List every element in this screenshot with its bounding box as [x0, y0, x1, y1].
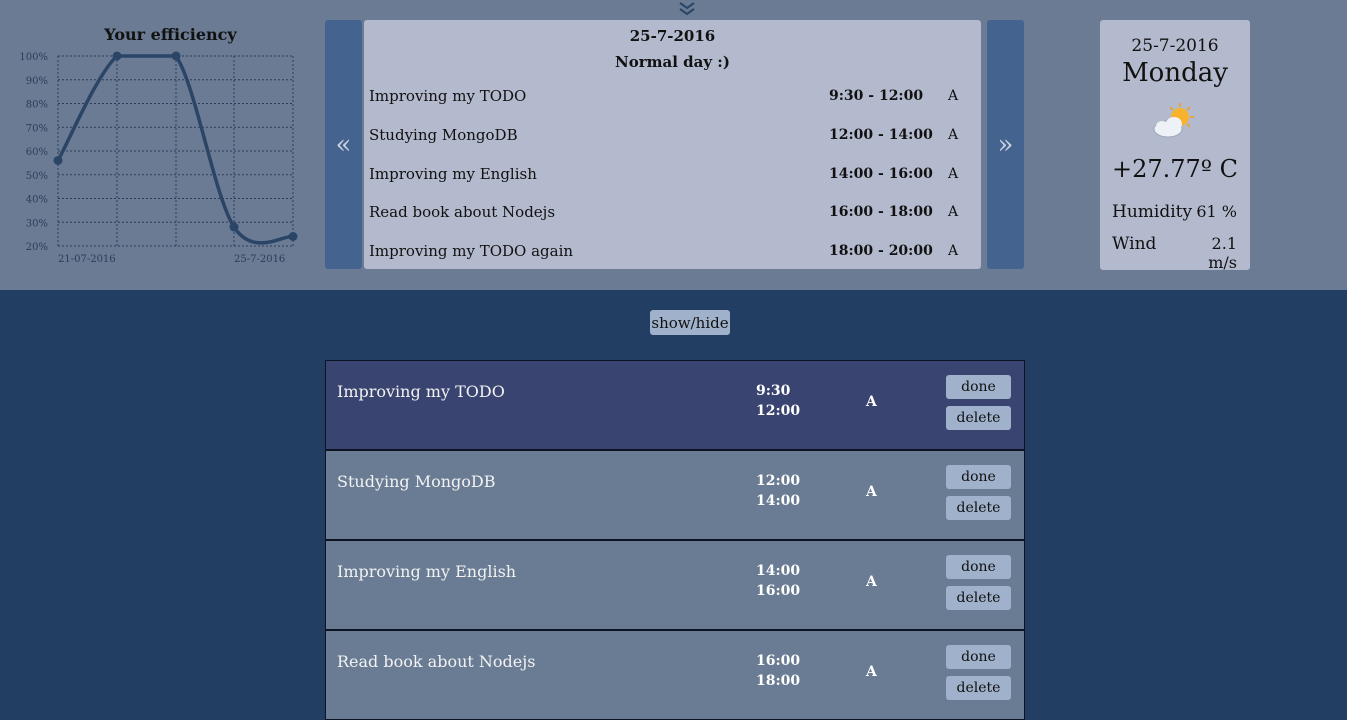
schedule-date: 25-7-2016 — [629, 27, 716, 45]
schedule-item: Improving my English 14:00 - 16:00 A — [364, 165, 981, 185]
schedule-item-priority: A — [948, 243, 959, 259]
done-button[interactable]: done — [946, 645, 1011, 669]
schedule-item-name: Read book about Nodejs — [369, 203, 556, 221]
schedule-item-time: 14:00 - 16:00 — [829, 166, 933, 182]
schedule-item: Improving my TODO again 18:00 - 20:00 A — [364, 242, 981, 262]
chart-data-point — [53, 156, 63, 165]
weather-day: Monday — [1122, 58, 1228, 88]
efficiency-chart-svg: Your efficiency 100% 90% 80% 70% 60% 50% 40% 30%… — [19, 25, 298, 265]
done-button[interactable]: done — [946, 555, 1011, 579]
schedule-item-priority: A — [948, 88, 959, 104]
double-chevron-down-icon[interactable] — [677, 0, 697, 18]
delete-button[interactable]: delete — [946, 406, 1011, 430]
schedule-item-time: 9:30 - 12:00 — [829, 88, 924, 104]
chart-data-point — [288, 232, 298, 241]
chart-data-point — [171, 51, 181, 61]
wind-label: Wind — [1112, 234, 1157, 254]
weather-card: 25-7-2016 Monday +27.77º C Humidity 61 %… — [1100, 20, 1250, 272]
efficiency-chart: Your efficiency 100% 90% 80% 70% 60% 50% 40% 30%… — [0, 0, 310, 290]
chart-data-point — [229, 222, 239, 232]
schedule-item: Read book about Nodejs 16:00 - 18:00 A — [364, 203, 981, 223]
task-name: Improving my English — [337, 562, 517, 581]
delete-button[interactable]: delete — [946, 586, 1011, 610]
schedule-item: Studying MongoDB 12:00 - 14:00 A — [364, 126, 981, 146]
schedule-item-name: Improving my English — [369, 165, 537, 183]
task-start-time: 9:30 — [756, 383, 791, 399]
schedule-item-priority: A — [948, 127, 959, 143]
schedule-item-priority: A — [948, 166, 959, 182]
wind-value: 2.1 m/s — [1208, 234, 1237, 272]
task-end-time: 16:00 — [756, 583, 801, 599]
chart-y-tick-label: 80% — [26, 100, 48, 111]
chart-title: Your efficiency — [103, 25, 237, 44]
chart-y-tick-label: 90% — [26, 76, 48, 87]
chart-y-tick-label: 20% — [26, 242, 48, 253]
chart-y-tick-label: 50% — [26, 171, 48, 182]
weather-date: 25-7-2016 — [1131, 36, 1219, 56]
chart-x-tick-label: 21-07-2016 — [58, 254, 116, 265]
chart-y-tick-label: 60% — [26, 147, 48, 158]
schedule-item-time: 16:00 - 18:00 — [829, 204, 933, 220]
top-panel: Your efficiency 100% 90% 80% 70% 60% 50% 40% 30%… — [0, 0, 1347, 290]
schedule-item-time: 12:00 - 14:00 — [829, 127, 933, 143]
schedule-card: 25-7-2016 Normal day :) Improving my TOD… — [364, 20, 981, 269]
delete-button[interactable]: delete — [946, 676, 1011, 700]
schedule-item-name: Studying MongoDB — [369, 126, 518, 144]
schedule-item-priority: A — [948, 204, 959, 220]
task-row: Studying MongoDB 12:00 14:00 A done dele… — [325, 450, 1025, 540]
next-day-button[interactable]: » — [987, 20, 1024, 269]
task-priority: A — [866, 574, 877, 590]
task-name: Read book about Nodejs — [337, 652, 536, 671]
chart-x-tick-label: 25-7-2016 — [234, 254, 285, 265]
done-button[interactable]: done — [946, 465, 1011, 489]
task-start-time: 14:00 — [756, 563, 801, 579]
previous-day-button[interactable]: « — [325, 20, 362, 269]
task-name: Improving my TODO — [337, 382, 505, 401]
task-priority: A — [866, 484, 877, 500]
task-end-time: 12:00 — [756, 403, 801, 419]
task-start-time: 16:00 — [756, 653, 801, 669]
task-row: Improving my TODO 9:30 12:00 A done dele… — [325, 360, 1025, 450]
task-end-time: 14:00 — [756, 493, 801, 509]
chart-data-point — [112, 51, 122, 61]
humidity-value: 61 % — [1196, 202, 1237, 221]
chart-y-tick-label: 70% — [26, 123, 48, 134]
weather-temperature: +27.77º C — [1111, 155, 1239, 183]
schedule-item-time: 18:00 - 20:00 — [829, 243, 933, 259]
task-end-time: 18:00 — [756, 673, 801, 689]
schedule-item-name: Improving my TODO again — [369, 242, 574, 260]
chart-y-tick-label: 100% — [19, 52, 48, 63]
task-start-time: 12:00 — [756, 473, 801, 489]
schedule-item-name: Improving my TODO — [369, 87, 527, 105]
delete-button[interactable]: delete — [946, 496, 1011, 520]
task-row: Improving my English 14:00 16:00 A done … — [325, 540, 1025, 630]
chart-y-tick-label: 30% — [26, 218, 48, 229]
task-priority: A — [866, 394, 877, 410]
schedule-subtitle: Normal day :) — [615, 53, 730, 71]
task-name: Studying MongoDB — [337, 472, 496, 491]
schedule-item: Improving my TODO 9:30 - 12:00 A — [364, 87, 981, 107]
task-row: Read book about Nodejs 16:00 18:00 A don… — [325, 630, 1025, 720]
show-hide-button[interactable]: show/hide — [650, 310, 730, 335]
partly-cloudy-sun-icon — [1150, 102, 1200, 142]
done-button[interactable]: done — [946, 375, 1011, 399]
humidity-label: Humidity — [1112, 202, 1193, 222]
chart-y-tick-label: 40% — [26, 195, 48, 206]
task-priority: A — [866, 664, 877, 680]
